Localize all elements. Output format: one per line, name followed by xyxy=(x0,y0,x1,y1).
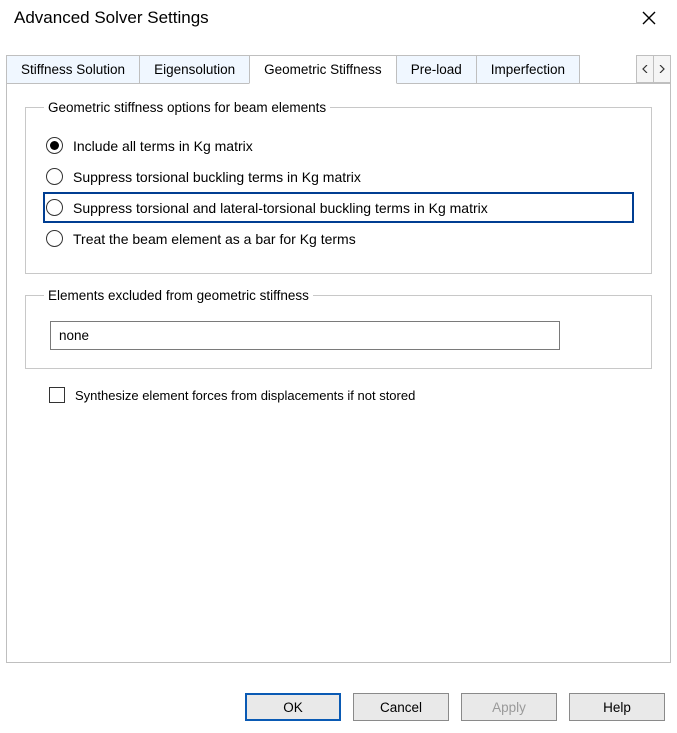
help-button[interactable]: Help xyxy=(569,693,665,721)
tab-scroll-left-button[interactable] xyxy=(636,55,654,83)
close-icon xyxy=(641,10,657,26)
radio-icon xyxy=(46,168,63,185)
radio-label: Include all terms in Kg matrix xyxy=(73,138,253,154)
tab-strip: Stiffness Solution Eigensolution Geometr… xyxy=(6,55,671,83)
group-geometric-options-legend: Geometric stiffness options for beam ele… xyxy=(44,100,330,115)
excluded-elements-input[interactable] xyxy=(50,321,560,350)
radio-icon xyxy=(46,137,63,154)
radio-label: Suppress torsional and lateral-torsional… xyxy=(73,200,488,216)
checkbox-icon xyxy=(49,387,65,403)
radio-treat-as-bar[interactable]: Treat the beam element as a bar for Kg t… xyxy=(44,224,633,253)
tab-imperfection[interactable]: Imperfection xyxy=(476,55,580,83)
radio-label: Treat the beam element as a bar for Kg t… xyxy=(73,231,356,247)
tab-scroll xyxy=(637,55,671,83)
tab-eigensolution[interactable]: Eigensolution xyxy=(139,55,250,83)
tab-stiffness-solution[interactable]: Stiffness Solution xyxy=(6,55,140,83)
checkbox-label: Synthesize element forces from displacem… xyxy=(75,388,415,403)
tab-panel-geometric-stiffness: Geometric stiffness options for beam ele… xyxy=(6,83,671,663)
chevron-right-icon xyxy=(659,65,665,73)
tab-geometric-stiffness[interactable]: Geometric Stiffness xyxy=(249,55,397,84)
chevron-left-icon xyxy=(642,65,648,73)
apply-button: Apply xyxy=(461,693,557,721)
radio-icon xyxy=(46,199,63,216)
radio-suppress-torsional[interactable]: Suppress torsional buckling terms in Kg … xyxy=(44,162,633,191)
radio-label: Suppress torsional buckling terms in Kg … xyxy=(73,169,361,185)
radio-include-all-terms[interactable]: Include all terms in Kg matrix xyxy=(44,131,633,160)
window-title: Advanced Solver Settings xyxy=(14,8,209,28)
cancel-button[interactable]: Cancel xyxy=(353,693,449,721)
ok-button[interactable]: OK xyxy=(245,693,341,721)
close-button[interactable] xyxy=(633,8,665,31)
titlebar: Advanced Solver Settings xyxy=(0,0,677,35)
checkbox-synthesize-forces[interactable]: Synthesize element forces from displacem… xyxy=(49,387,648,403)
dialog-button-bar: OK Cancel Apply Help xyxy=(245,693,665,721)
group-excluded-elements: Elements excluded from geometric stiffne… xyxy=(25,288,652,369)
group-excluded-elements-legend: Elements excluded from geometric stiffne… xyxy=(44,288,313,303)
radio-suppress-torsional-lateral[interactable]: Suppress torsional and lateral-torsional… xyxy=(44,193,633,222)
radio-icon xyxy=(46,230,63,247)
group-geometric-options: Geometric stiffness options for beam ele… xyxy=(25,100,652,274)
tab-scroll-right-button[interactable] xyxy=(653,55,671,83)
tab-preload[interactable]: Pre-load xyxy=(396,55,477,83)
